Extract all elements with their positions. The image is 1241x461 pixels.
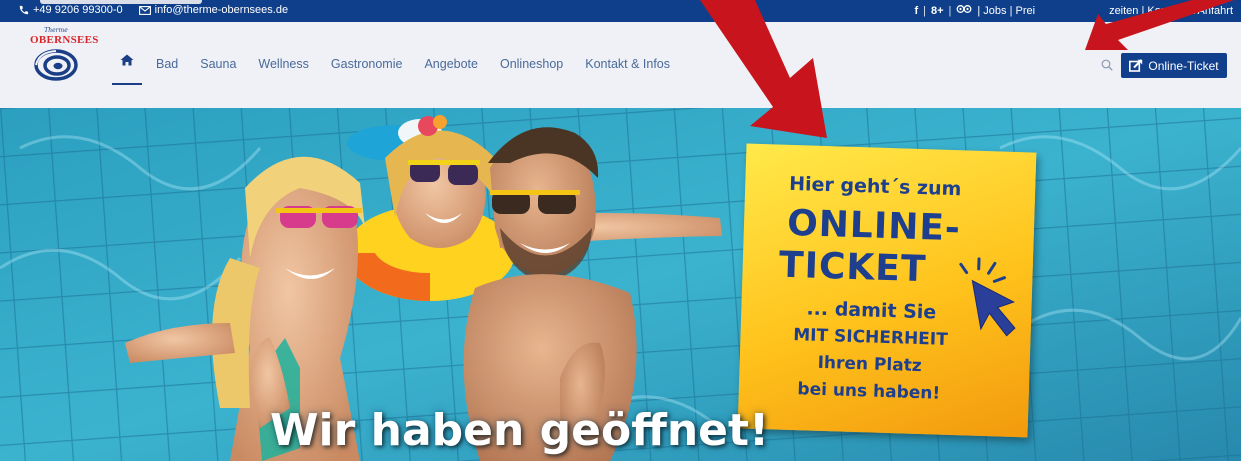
logo-tagline: Therme bbox=[44, 27, 68, 34]
top-bar: +49 9206 99300-0 info@therme-obernsees.d… bbox=[0, 0, 1241, 22]
jobs-prices-links[interactable]: | Jobs | Prei bbox=[977, 5, 1035, 17]
googleplus-icon[interactable]: 8+ bbox=[931, 5, 944, 17]
divider: | bbox=[948, 4, 952, 17]
nav-item-onlineshop[interactable]: Onlineshop bbox=[500, 57, 563, 71]
logo-spiral-icon bbox=[34, 49, 78, 81]
logo[interactable]: Therme OBERNSEES bbox=[30, 27, 99, 87]
contact-info: +49 9206 99300-0 info@therme-obernsees.d… bbox=[18, 4, 288, 16]
nav-item-gastronomie[interactable]: Gastronomie bbox=[331, 57, 403, 71]
mail-icon bbox=[138, 5, 151, 15]
nav-item-bad[interactable]: Bad bbox=[156, 57, 178, 71]
email-link[interactable]: info@therme-obernsees.de bbox=[155, 4, 288, 16]
online-ticket-poster[interactable]: Hier geht´s zum ONLINE- TICKET ... damit… bbox=[737, 143, 1037, 438]
logo-brand: OBERNSEES bbox=[30, 34, 99, 46]
nav-home[interactable] bbox=[112, 54, 142, 85]
phone-icon bbox=[18, 5, 29, 16]
nav-item-kontakt-infos[interactable]: Kontakt & Infos bbox=[585, 57, 670, 71]
nav-item-angebote[interactable]: Angebote bbox=[424, 57, 478, 71]
tripadvisor-icon[interactable] bbox=[956, 4, 972, 17]
pointer-arrow-icon bbox=[959, 257, 1016, 337]
online-ticket-label: Online-Ticket bbox=[1148, 58, 1219, 73]
hero-headline: Wir haben geöffnet! bbox=[270, 405, 770, 456]
hero-banner[interactable]: Hier geht´s zum ONLINE- TICKET ... damit… bbox=[0, 108, 1241, 461]
online-ticket-button[interactable]: Online-Ticket bbox=[1121, 53, 1227, 78]
divider: | bbox=[923, 4, 926, 17]
nav-item-wellness[interactable]: Wellness bbox=[258, 57, 308, 71]
menu-bar: Bad Sauna Wellness Gastronomie Angebote … bbox=[112, 54, 692, 85]
poster-line-7: bei uns haben! bbox=[797, 379, 941, 404]
phone-number-link[interactable]: +49 9206 99300-0 bbox=[33, 4, 123, 16]
poster-line-2: ONLINE- bbox=[786, 202, 962, 250]
main-navigation: Therme OBERNSEES Bad Sauna Wellness Gast… bbox=[0, 22, 1241, 108]
home-icon bbox=[120, 54, 134, 66]
nav-item-sauna[interactable]: Sauna bbox=[200, 57, 236, 71]
facebook-icon[interactable]: f bbox=[914, 5, 918, 17]
opening-hours-contact-links[interactable]: zeiten | Kontakt & Anfahrt bbox=[1109, 5, 1233, 17]
poster-line-1: Hier geht´s zum bbox=[788, 172, 962, 201]
topbar-links: f | 8+ | | Jobs | Prei zeiten | Kontakt … bbox=[914, 4, 1233, 17]
poster-line-6: Ihren Platz bbox=[817, 352, 923, 377]
search-icon[interactable] bbox=[1101, 59, 1113, 71]
external-link-icon bbox=[1129, 59, 1143, 72]
